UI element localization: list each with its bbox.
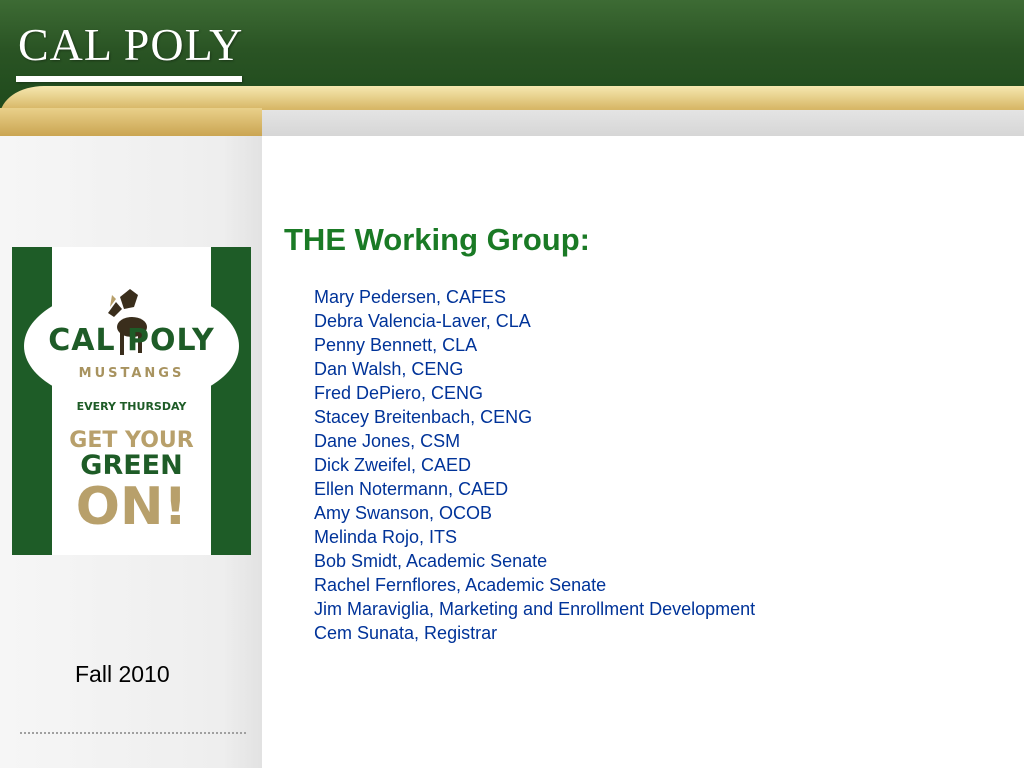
poster-mustangs: MUSTANGS bbox=[78, 366, 185, 381]
list-item: Jim Maraviglia, Marketing and Enrollment… bbox=[314, 599, 756, 619]
semester-label: Fall 2010 bbox=[75, 661, 170, 687]
dotted-divider bbox=[20, 732, 246, 734]
list-item: Debra Valencia-Laver, CLA bbox=[314, 311, 531, 331]
list-item: Dan Walsh, CENG bbox=[314, 359, 464, 379]
logo-text: CAL POLY bbox=[18, 19, 244, 70]
member-list: Mary Pedersen, CAFES Debra Valencia-Lave… bbox=[314, 285, 755, 645]
list-item: Mary Pedersen, CAFES bbox=[314, 287, 507, 307]
slide-title: THE Working Group: bbox=[284, 222, 590, 257]
list-item: Dane Jones, CSM bbox=[314, 431, 461, 451]
header-banner: CAL POLY bbox=[0, 0, 1024, 136]
header-gold-left-band bbox=[0, 108, 262, 136]
list-item: Cem Sunata, Registrar bbox=[314, 623, 498, 643]
list-item: Amy Swanson, OCOB bbox=[314, 503, 493, 523]
list-item: Melinda Rojo, ITS bbox=[314, 527, 458, 547]
header-grey-band bbox=[262, 110, 1024, 136]
list-item: Bob Smidt, Academic Senate bbox=[314, 551, 548, 571]
get-your-green-on-poster: CAL POLY MUSTANGS EVERY THURSDAY GET YOU… bbox=[12, 247, 251, 555]
poster-every-thursday: EVERY THURSDAY bbox=[76, 400, 187, 413]
list-item: Ellen Notermann, CAED bbox=[314, 479, 509, 499]
list-item: Rachel Fernflores, Academic Senate bbox=[314, 575, 607, 595]
logo-underline bbox=[16, 76, 242, 82]
list-item: Dick Zweifel, CAED bbox=[314, 455, 472, 475]
list-item: Fred DePiero, CENG bbox=[314, 383, 484, 403]
poster-brand: CAL POLY bbox=[48, 323, 215, 358]
list-item: Penny Bennett, CLA bbox=[314, 335, 478, 355]
poster-on: ON! bbox=[75, 477, 188, 537]
cal-poly-logo: CAL POLY bbox=[16, 14, 242, 84]
list-item: Stacey Breitenbach, CENG bbox=[314, 407, 533, 427]
